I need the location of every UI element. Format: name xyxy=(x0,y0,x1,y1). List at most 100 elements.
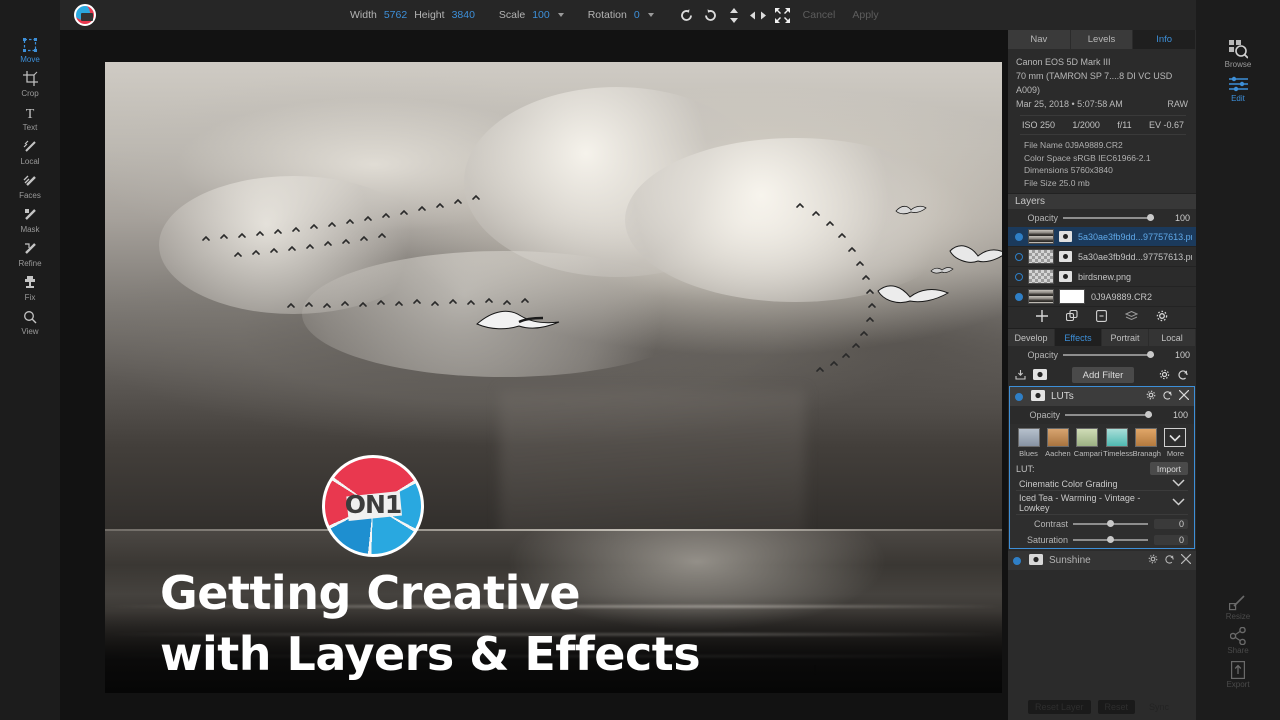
filter-close-icon[interactable] xyxy=(1178,389,1190,403)
effects-opacity-slider[interactable] xyxy=(1063,350,1154,360)
layer-row[interactable]: birdsnew.png xyxy=(1008,267,1196,287)
flip-horizontal-icon[interactable] xyxy=(750,7,767,24)
luts-filter-panel: LUTs Opacity 100 Blues Aachen Campari Ti… xyxy=(1009,386,1195,549)
duplicate-layer-icon[interactable] xyxy=(1065,309,1078,327)
reset-layer-button[interactable]: Reset Layer xyxy=(1027,700,1091,714)
layers-opacity-value[interactable]: 100 xyxy=(1160,213,1190,223)
lut-preset-timeless[interactable]: Timeless xyxy=(1103,428,1133,459)
tab-info[interactable]: Info xyxy=(1133,30,1197,49)
scale-chevron-down-icon[interactable] xyxy=(557,13,564,17)
add-filter-button[interactable]: Add Filter xyxy=(1071,367,1135,383)
luts-filter-header[interactable]: LUTs xyxy=(1010,387,1194,406)
rail-edit[interactable]: Edit xyxy=(1196,74,1280,104)
tab-nav[interactable]: Nav xyxy=(1008,30,1071,49)
rotation-chevron-down-icon[interactable] xyxy=(647,13,654,17)
lut-preset-branagh[interactable]: Branagh xyxy=(1133,428,1161,459)
filter-reset-icon[interactable] xyxy=(1164,554,1175,567)
sunshine-filter-header[interactable]: Sunshine xyxy=(1008,551,1196,570)
lut-preset-label: Aachen xyxy=(1045,449,1071,458)
rail-share[interactable]: Share xyxy=(1196,626,1280,656)
filter-reset-icon[interactable] xyxy=(1162,390,1173,403)
layer-visibility-toggle[interactable] xyxy=(1015,232,1023,241)
tool-local[interactable]: Local xyxy=(0,138,60,171)
effects-opacity-value[interactable]: 100 xyxy=(1160,350,1190,360)
layer-settings-icon[interactable] xyxy=(1156,309,1168,327)
lut-category-dropdown[interactable]: Cinematic Color Grading xyxy=(1016,478,1188,491)
tool-mask[interactable]: Mask xyxy=(0,206,60,239)
lut-opacity-slider[interactable] xyxy=(1065,410,1152,420)
merge-layers-icon[interactable] xyxy=(1124,309,1139,327)
rail-export[interactable]: Export xyxy=(1196,660,1280,690)
tool-refine[interactable]: Refine xyxy=(0,240,60,273)
add-layer-icon[interactable] xyxy=(1036,309,1048,327)
canvas-area[interactable]: ON1 Getting Creative with Layers & Effec… xyxy=(60,30,1008,720)
rail-browse[interactable]: Browse xyxy=(1196,40,1280,70)
lut-preset-campari[interactable]: Campari xyxy=(1074,428,1102,459)
rotation-value[interactable]: 0 xyxy=(634,9,640,21)
layer-thumbnail[interactable] xyxy=(1028,289,1054,304)
saturation-value[interactable]: 0 xyxy=(1154,535,1188,545)
lut-preset-dropdown[interactable]: Iced Tea - Warming - Vintage - Lowkey xyxy=(1016,492,1188,515)
layer-thumbnail[interactable] xyxy=(1028,249,1054,264)
filter-mask-icon[interactable] xyxy=(1031,389,1045,404)
layer-mask-icon[interactable] xyxy=(1059,271,1072,282)
rotate-right-icon[interactable] xyxy=(702,7,719,24)
tab-levels[interactable]: Levels xyxy=(1070,30,1134,49)
layer-row[interactable]: 5a30ae3fb9dd...97757613.png xyxy=(1008,227,1196,247)
rotate-left-icon[interactable] xyxy=(678,7,695,24)
layer-mask-icon[interactable] xyxy=(1059,231,1072,242)
filter-enable-toggle[interactable] xyxy=(1013,556,1021,565)
height-value[interactable]: 3840 xyxy=(452,9,475,21)
chevron-down-icon xyxy=(1164,428,1187,447)
layer-thumbnail[interactable] xyxy=(1028,229,1054,244)
fit-to-screen-icon[interactable] xyxy=(774,7,791,24)
lut-preset-blues[interactable]: Blues xyxy=(1015,428,1042,459)
tool-view[interactable]: View xyxy=(0,308,60,341)
tab-effects[interactable]: Effects xyxy=(1055,329,1102,346)
layer-visibility-toggle[interactable] xyxy=(1015,272,1023,281)
tab-develop[interactable]: Develop xyxy=(1008,329,1055,346)
scale-value[interactable]: 100 xyxy=(532,9,550,21)
tool-faces[interactable]: Faces xyxy=(0,172,60,205)
tool-fix[interactable]: Fix xyxy=(0,274,60,307)
cancel-button[interactable]: Cancel xyxy=(798,7,841,23)
width-value[interactable]: 5762 xyxy=(384,9,407,21)
layers-opacity-slider[interactable] xyxy=(1063,213,1154,223)
saturation-slider[interactable] xyxy=(1073,535,1148,545)
filter-enable-toggle[interactable] xyxy=(1015,392,1023,401)
apply-button[interactable]: Apply xyxy=(847,7,883,23)
reset-button[interactable]: Reset xyxy=(1097,700,1136,714)
layer-thumbnail[interactable] xyxy=(1028,269,1054,284)
flip-vertical-icon[interactable] xyxy=(726,7,743,24)
delete-layer-icon[interactable] xyxy=(1096,309,1107,327)
filter-close-icon[interactable] xyxy=(1180,553,1192,567)
lut-preset-more[interactable]: More xyxy=(1162,428,1189,459)
layer-visibility-toggle[interactable] xyxy=(1015,292,1023,301)
save-preset-icon[interactable] xyxy=(1015,369,1026,382)
sync-button[interactable]: Sync xyxy=(1142,700,1176,714)
tool-text[interactable]: T Text xyxy=(0,104,60,137)
tab-portrait[interactable]: Portrait xyxy=(1102,329,1149,346)
layer-visibility-toggle[interactable] xyxy=(1015,252,1023,261)
tool-crop[interactable]: Crop xyxy=(0,70,60,103)
lut-opacity-value[interactable]: 100 xyxy=(1158,410,1188,420)
svg-text:T: T xyxy=(26,107,35,120)
filter-mask-icon[interactable] xyxy=(1029,553,1043,568)
tab-local[interactable]: Local xyxy=(1149,329,1196,346)
layer-mask-icon[interactable] xyxy=(1059,251,1072,262)
contrast-slider[interactable] xyxy=(1073,519,1148,529)
contrast-value[interactable]: 0 xyxy=(1154,519,1188,529)
layer-row[interactable]: 0J9A9889.CR2 xyxy=(1008,287,1196,307)
filter-gear-icon[interactable] xyxy=(1146,390,1156,403)
import-lut-button[interactable]: Import xyxy=(1149,462,1188,475)
lut-swatch xyxy=(1046,428,1069,447)
filter-gear-icon[interactable] xyxy=(1148,554,1158,567)
layer-mask-thumbnail[interactable] xyxy=(1059,289,1085,304)
rail-resize[interactable]: Resize xyxy=(1196,592,1280,622)
lut-preset-aachen[interactable]: Aachen xyxy=(1044,428,1071,459)
filter-mask-icon[interactable] xyxy=(1033,368,1047,382)
layer-row[interactable]: 5a30ae3fb9dd...97757613.png xyxy=(1008,247,1196,267)
filter-settings-icon[interactable] xyxy=(1159,369,1170,382)
tool-move[interactable]: Move xyxy=(0,36,60,69)
reset-filters-icon[interactable] xyxy=(1177,369,1189,382)
